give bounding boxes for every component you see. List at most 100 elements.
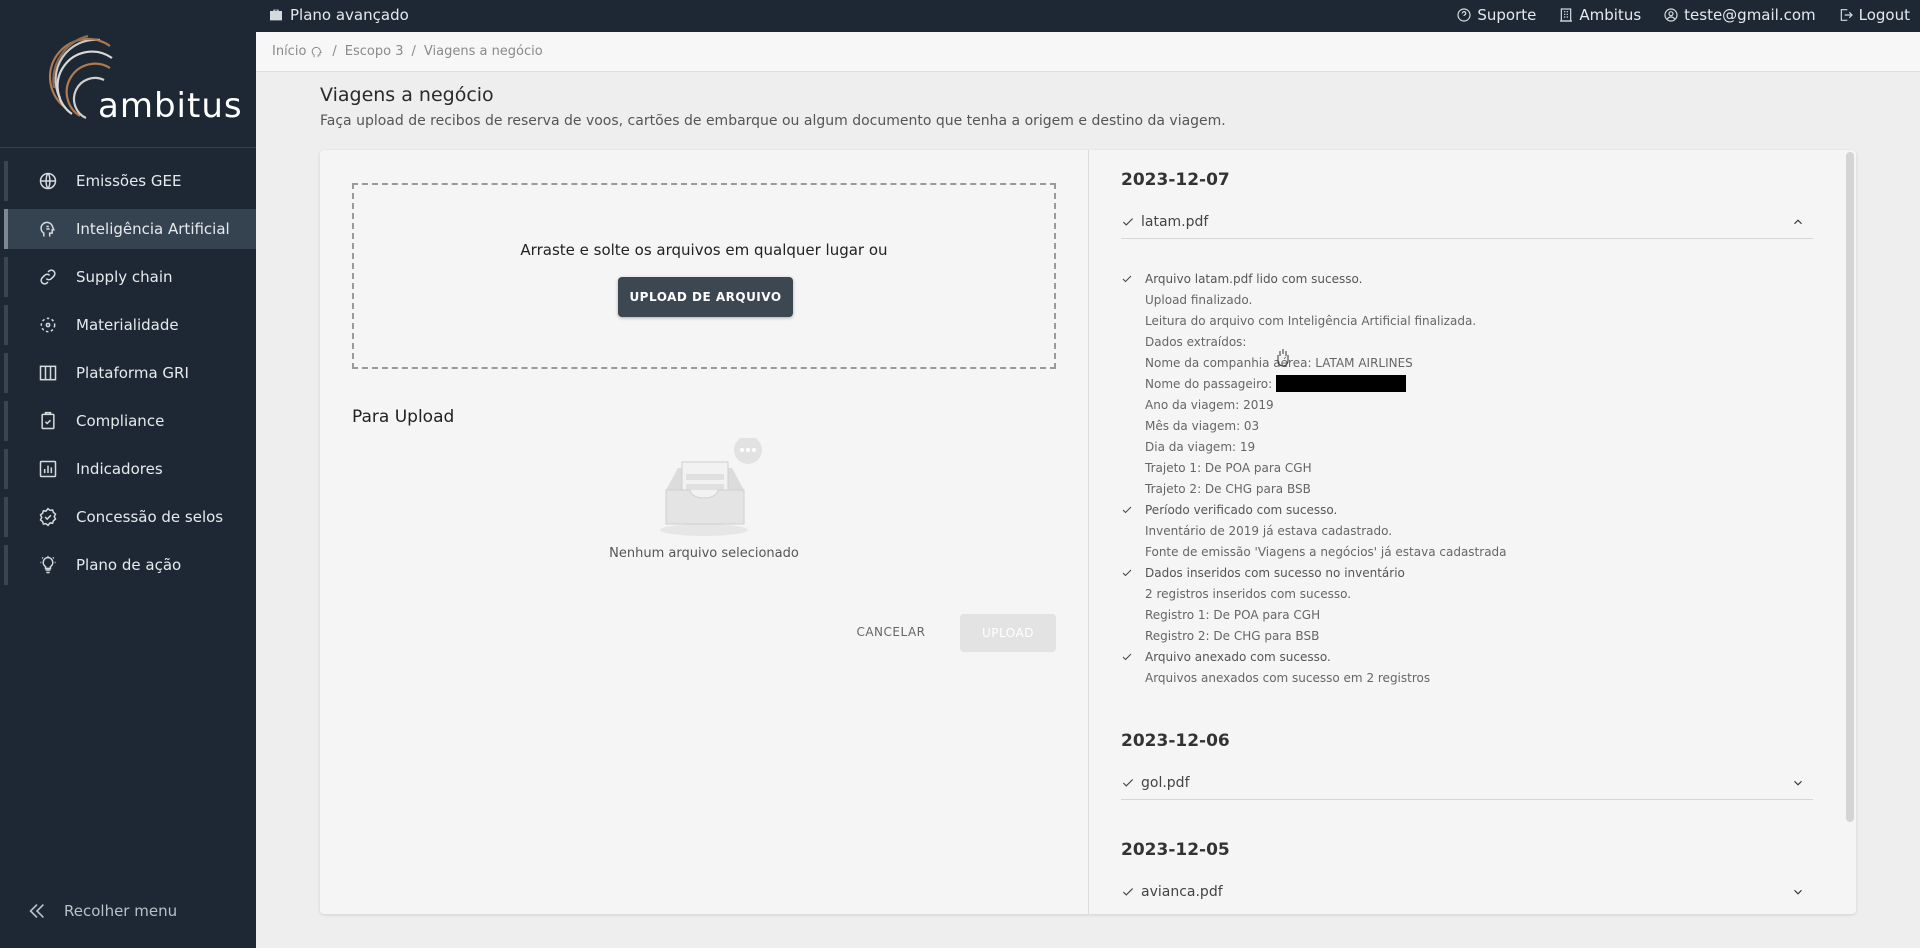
log-text: Registro 1: De POA para CGH	[1145, 607, 1321, 622]
breadcrumb: Início / Escopo 3 / Viagens a negócio	[256, 32, 1920, 72]
log-line: 2 registros inseridos com sucesso.	[1121, 583, 1813, 604]
globe-icon	[36, 169, 60, 193]
log-line: Nome do passageiro:	[1121, 373, 1813, 394]
sidebar-item-concessao-de-selos[interactable]: Concessão de selos	[4, 497, 256, 537]
sidebar-item-label: Emissões GEE	[76, 172, 182, 190]
dropzone-text: Arraste e solte os arquivos em qualquer …	[520, 241, 888, 259]
log-text: Arquivos anexados com sucesso em 2 regis…	[1145, 670, 1431, 685]
badge-check-icon	[36, 505, 60, 529]
sidebar-item-label: Inteligência Artificial	[76, 220, 230, 238]
log-text: Arquivo anexado com sucesso.	[1145, 649, 1331, 664]
breadcrumb-current: Viagens a negócio	[423, 44, 543, 59]
company-link[interactable]: Ambitus	[1558, 6, 1641, 24]
logout-link[interactable]: Logout	[1838, 6, 1910, 24]
sidebar-item-plano-de-acao[interactable]: Plano de ação	[4, 545, 256, 585]
log-text: Mês da viagem: 03	[1145, 418, 1260, 433]
ai-head-icon	[312, 46, 323, 57]
log-line: Período verificado com sucesso.	[1121, 499, 1813, 520]
log-line: Mês da viagem: 03	[1121, 415, 1813, 436]
history-file-row[interactable]: latam.pdf	[1121, 205, 1813, 239]
plan-label: Plano avançado	[290, 6, 409, 24]
log-text: Dados inseridos com sucesso no inventári…	[1145, 565, 1405, 580]
log-line: Nome da companhia aérea: LATAM AIRLINES	[1121, 352, 1813, 373]
upload-button[interactable]: UPLOAD	[960, 614, 1056, 652]
sidebar: ambitus Emissões GEE Inteligência Artifi…	[0, 0, 256, 948]
target-icon	[36, 313, 60, 337]
log-line: Dia da viagem: 19	[1121, 436, 1813, 457]
check-icon	[1121, 504, 1145, 516]
check-icon	[1122, 888, 1134, 896]
redacted-passenger-name	[1276, 375, 1407, 392]
log-text: Dados extraídos:	[1145, 334, 1247, 349]
briefcase-icon	[270, 9, 282, 21]
history-file-name: latam.pdf	[1141, 213, 1209, 230]
check-icon	[1121, 651, 1145, 663]
collapse-menu-button[interactable]: Recolher menu	[26, 900, 177, 922]
check-icon	[1121, 273, 1145, 285]
sidebar-item-plataforma-gri[interactable]: Plataforma GRI	[4, 353, 256, 393]
history-date: 2023-12-07	[1121, 170, 1230, 190]
logout-icon	[1840, 9, 1853, 21]
log-text: Leitura do arquivo com Inteligência Arti…	[1145, 313, 1477, 328]
sidebar-divider	[0, 147, 256, 148]
history-date: 2023-12-06	[1121, 731, 1230, 751]
log-line: Registro 2: De CHG para BSB	[1121, 625, 1813, 646]
chevron-up-icon[interactable]	[1791, 215, 1805, 229]
history-file-row[interactable]: avianca.pdf	[1121, 875, 1813, 909]
sidebar-item-label: Plano de ação	[76, 556, 182, 574]
check-icon	[1122, 217, 1134, 226]
history-date: 2023-12-05	[1121, 840, 1230, 860]
support-label: Suporte	[1477, 6, 1537, 24]
sidebar-item-label: Concessão de selos	[76, 508, 224, 526]
log-line: Leitura do arquivo com Inteligência Arti…	[1121, 310, 1813, 331]
sidebar-item-inteligencia-artificial[interactable]: Inteligência Artificial	[4, 209, 256, 249]
breadcrumb-separator: /	[332, 44, 337, 59]
history-file-name: gol.pdf	[1141, 774, 1190, 791]
page-title: Viagens a negócio	[320, 84, 494, 106]
upload-card: Arraste e solte os arquivos em qualquer …	[320, 150, 1856, 914]
sidebar-item-indicadores[interactable]: Indicadores	[4, 449, 256, 489]
sidebar-item-compliance[interactable]: Compliance	[4, 401, 256, 441]
log-line: Ano da viagem: 2019	[1121, 394, 1813, 415]
log-text: Trajeto 1: De POA para CGH	[1145, 460, 1312, 475]
log-line: Arquivos anexados com sucesso em 2 regis…	[1121, 667, 1813, 688]
history-scrollbar[interactable]	[1846, 152, 1854, 822]
log-text: Fonte de emissão 'Viagens a negócios' já…	[1145, 544, 1507, 559]
sidebar-item-supply-chain[interactable]: Supply chain	[4, 257, 256, 297]
mouse-cursor-icon	[1277, 349, 1289, 367]
check-icon	[1121, 567, 1145, 579]
page-subtitle: Faça upload de recibos de reserva de voo…	[320, 113, 1226, 129]
cancel-button[interactable]: CANCELAR	[851, 614, 931, 650]
user-account-link[interactable]: teste@gmail.com	[1663, 6, 1816, 24]
support-link[interactable]: Suporte	[1456, 6, 1536, 24]
history-file-name: avianca.pdf	[1141, 884, 1223, 900]
log-text: Arquivo latam.pdf lido com sucesso.	[1145, 271, 1363, 286]
log-line: Registro 1: De POA para CGH	[1121, 604, 1813, 625]
upload-file-button[interactable]: UPLOAD DE ARQUIVO	[618, 277, 793, 317]
breadcrumb-scope[interactable]: Escopo 3	[345, 44, 404, 59]
help-circle-icon	[1457, 8, 1471, 22]
chevron-down-icon[interactable]	[1791, 776, 1805, 790]
log-line: Trajeto 2: De CHG para BSB	[1121, 478, 1813, 499]
sidebar-item-label: Compliance	[76, 412, 165, 430]
breadcrumb-home[interactable]: Início	[272, 44, 306, 59]
log-text: Ano da viagem: 2019	[1145, 397, 1274, 412]
bar-chart-icon	[36, 457, 60, 481]
log-line: Dados extraídos:	[1121, 331, 1813, 352]
chevron-down-icon[interactable]	[1791, 885, 1805, 899]
log-text: 2 registros inseridos com sucesso.	[1145, 586, 1352, 601]
columns-icon	[36, 361, 60, 385]
log-line: Trajeto 1: De POA para CGH	[1121, 457, 1813, 478]
processing-history-panel: 2023-12-07 latam.pdf Arquivo latam.pdf l…	[1089, 150, 1856, 914]
user-email-label: teste@gmail.com	[1684, 6, 1816, 24]
sidebar-item-materialidade[interactable]: Materialidade	[4, 305, 256, 345]
sidebar-item-label: Materialidade	[76, 316, 179, 334]
file-dropzone[interactable]: Arraste e solte os arquivos em qualquer …	[352, 183, 1056, 369]
history-file-row[interactable]: gol.pdf	[1121, 766, 1813, 800]
ambitus-logo[interactable]: ambitus	[40, 28, 242, 128]
log-text: Inventário de 2019 já estava cadastrado.	[1145, 523, 1393, 538]
log-text: Nome do passageiro:	[1145, 376, 1273, 391]
log-text: Período verificado com sucesso.	[1145, 502, 1338, 517]
sidebar-item-emissoes-gee[interactable]: Emissões GEE	[4, 161, 256, 201]
log-line: Upload finalizado.	[1121, 289, 1813, 310]
